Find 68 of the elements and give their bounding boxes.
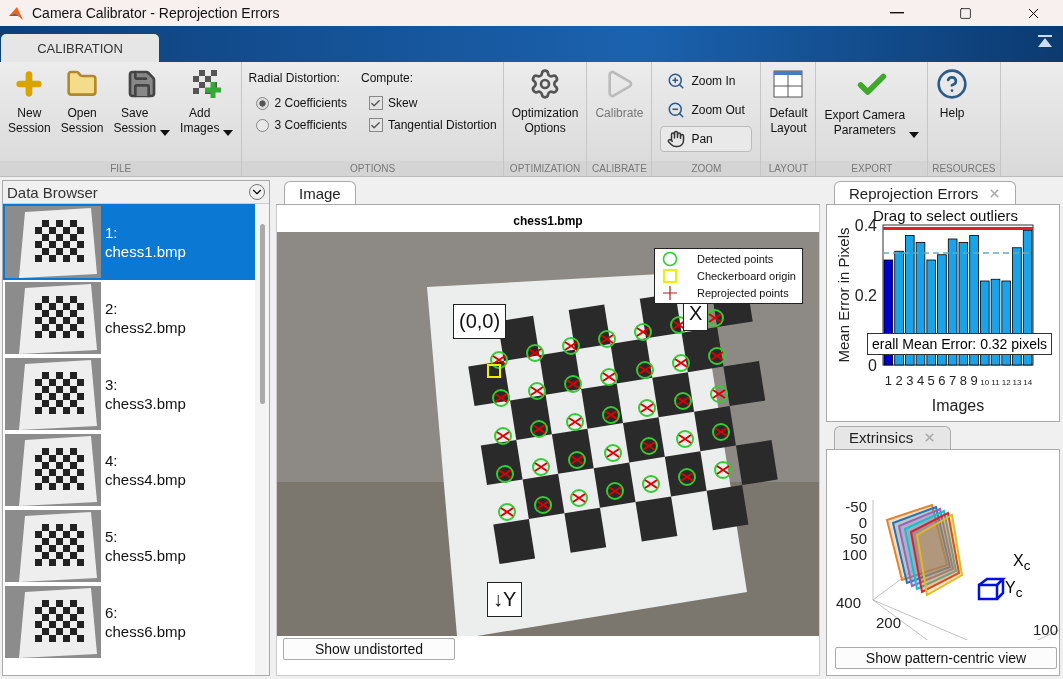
- radio-option[interactable]: 3 Coefficients: [256, 118, 347, 132]
- group-label: ZOOM: [652, 161, 761, 176]
- toolbar-button[interactable]: Open Session: [56, 66, 108, 138]
- option-heading: Radial Distortion:: [248, 70, 341, 87]
- group-label: EXPORT: [816, 161, 928, 176]
- tick-label: 0: [868, 357, 877, 374]
- radio-option[interactable]: 2 Coefficients: [256, 96, 347, 110]
- zoom-tool-button[interactable]: Pan: [660, 126, 753, 152]
- tick-label: 0.2: [854, 287, 877, 304]
- tick-label: 5: [927, 373, 935, 388]
- group-label: OPTIMIZATION: [503, 161, 587, 176]
- legend-label: Detected points: [696, 253, 774, 265]
- tick-label: -50: [845, 497, 867, 515]
- tick-label: 2: [895, 373, 903, 388]
- tick-label: 7: [949, 373, 957, 388]
- legend-label: Reprojected points: [696, 287, 789, 299]
- tick-label: 0: [858, 513, 867, 531]
- ribbon-tab[interactable]: CALIBRATION: [1, 34, 159, 62]
- group-label: CALIBRATE: [587, 161, 652, 176]
- zoom-tool-button[interactable]: Zoom In: [660, 68, 753, 94]
- group-label: LAYOUT: [761, 161, 816, 176]
- tick-label: 50: [850, 529, 867, 547]
- tick-label: 100: [841, 545, 867, 563]
- axis-label: Images: [931, 397, 985, 414]
- show-undistorted-button[interactable]: Show undistorted: [283, 638, 455, 660]
- image-list-item[interactable]: 1: chess1.bmp: [3, 204, 255, 280]
- pattern-centric-view-button[interactable]: Show pattern-centric view: [835, 647, 1057, 669]
- tick-label: 6: [938, 373, 946, 388]
- checkbox-option[interactable]: Tangential Distortion: [368, 118, 497, 132]
- toolbar-button[interactable]: Export Camera Parameters: [820, 66, 924, 140]
- axis-label: Mean Error in Pixels: [835, 227, 852, 363]
- tick-label: 13: [1012, 378, 1022, 387]
- tick-label: 200: [875, 613, 901, 631]
- tick-label: 8: [959, 373, 967, 388]
- option-heading: Compute:: [360, 70, 414, 87]
- axis-annotation: ↓Y: [487, 582, 523, 617]
- tick-label: 3: [906, 373, 914, 388]
- group-label: OPTIONS: [242, 161, 503, 176]
- tick-label: 10: [980, 378, 990, 387]
- axis-label: X$_{c}$: [1013, 551, 1031, 573]
- tick-label: 9: [970, 373, 978, 388]
- tick-label: 11: [991, 378, 1000, 387]
- panel-tab[interactable]: Extrinsics: [834, 425, 952, 449]
- tick-label: 14: [1023, 378, 1033, 387]
- axis-label: Y$_{c}$: [1005, 578, 1024, 600]
- panel-tab[interactable]: Reprojection Errors: [834, 181, 1017, 204]
- toolbar-button[interactable]: New Session: [4, 66, 55, 138]
- panel-title: Data Browser: [7, 183, 98, 201]
- window-title: Camera Calibrator - Reprojection Errors: [32, 5, 281, 21]
- axis-annotation: (0,0): [453, 304, 507, 339]
- tick-label: 4: [916, 373, 925, 388]
- toolbar-button[interactable]: Help: [932, 66, 973, 123]
- group-label: RESOURCES: [928, 161, 1000, 176]
- panel-tab[interactable]: Image: [284, 181, 356, 204]
- mean-error-label: erall Mean Error: 0.32 pixels: [867, 333, 1053, 355]
- toolbar-button[interactable]: Save Session: [109, 66, 175, 138]
- zoom-tool-button[interactable]: Zoom Out: [660, 97, 753, 123]
- image-title: chess1.bmp: [512, 213, 584, 230]
- checkbox-option[interactable]: Skew: [368, 96, 497, 110]
- toolbar-button[interactable]: Add Images: [176, 66, 238, 138]
- group-label: FILE: [0, 161, 242, 176]
- toolbar-button[interactable]: Default Layout: [765, 66, 812, 138]
- tick-label: 12: [1001, 378, 1011, 387]
- tick-label: 400: [835, 593, 861, 611]
- tick-label: 1: [884, 373, 892, 388]
- tick-label: 100: [1033, 620, 1059, 638]
- legend-label: Checkerboard origin: [696, 270, 796, 282]
- toolbar-button[interactable]: Optimization Options: [507, 66, 583, 138]
